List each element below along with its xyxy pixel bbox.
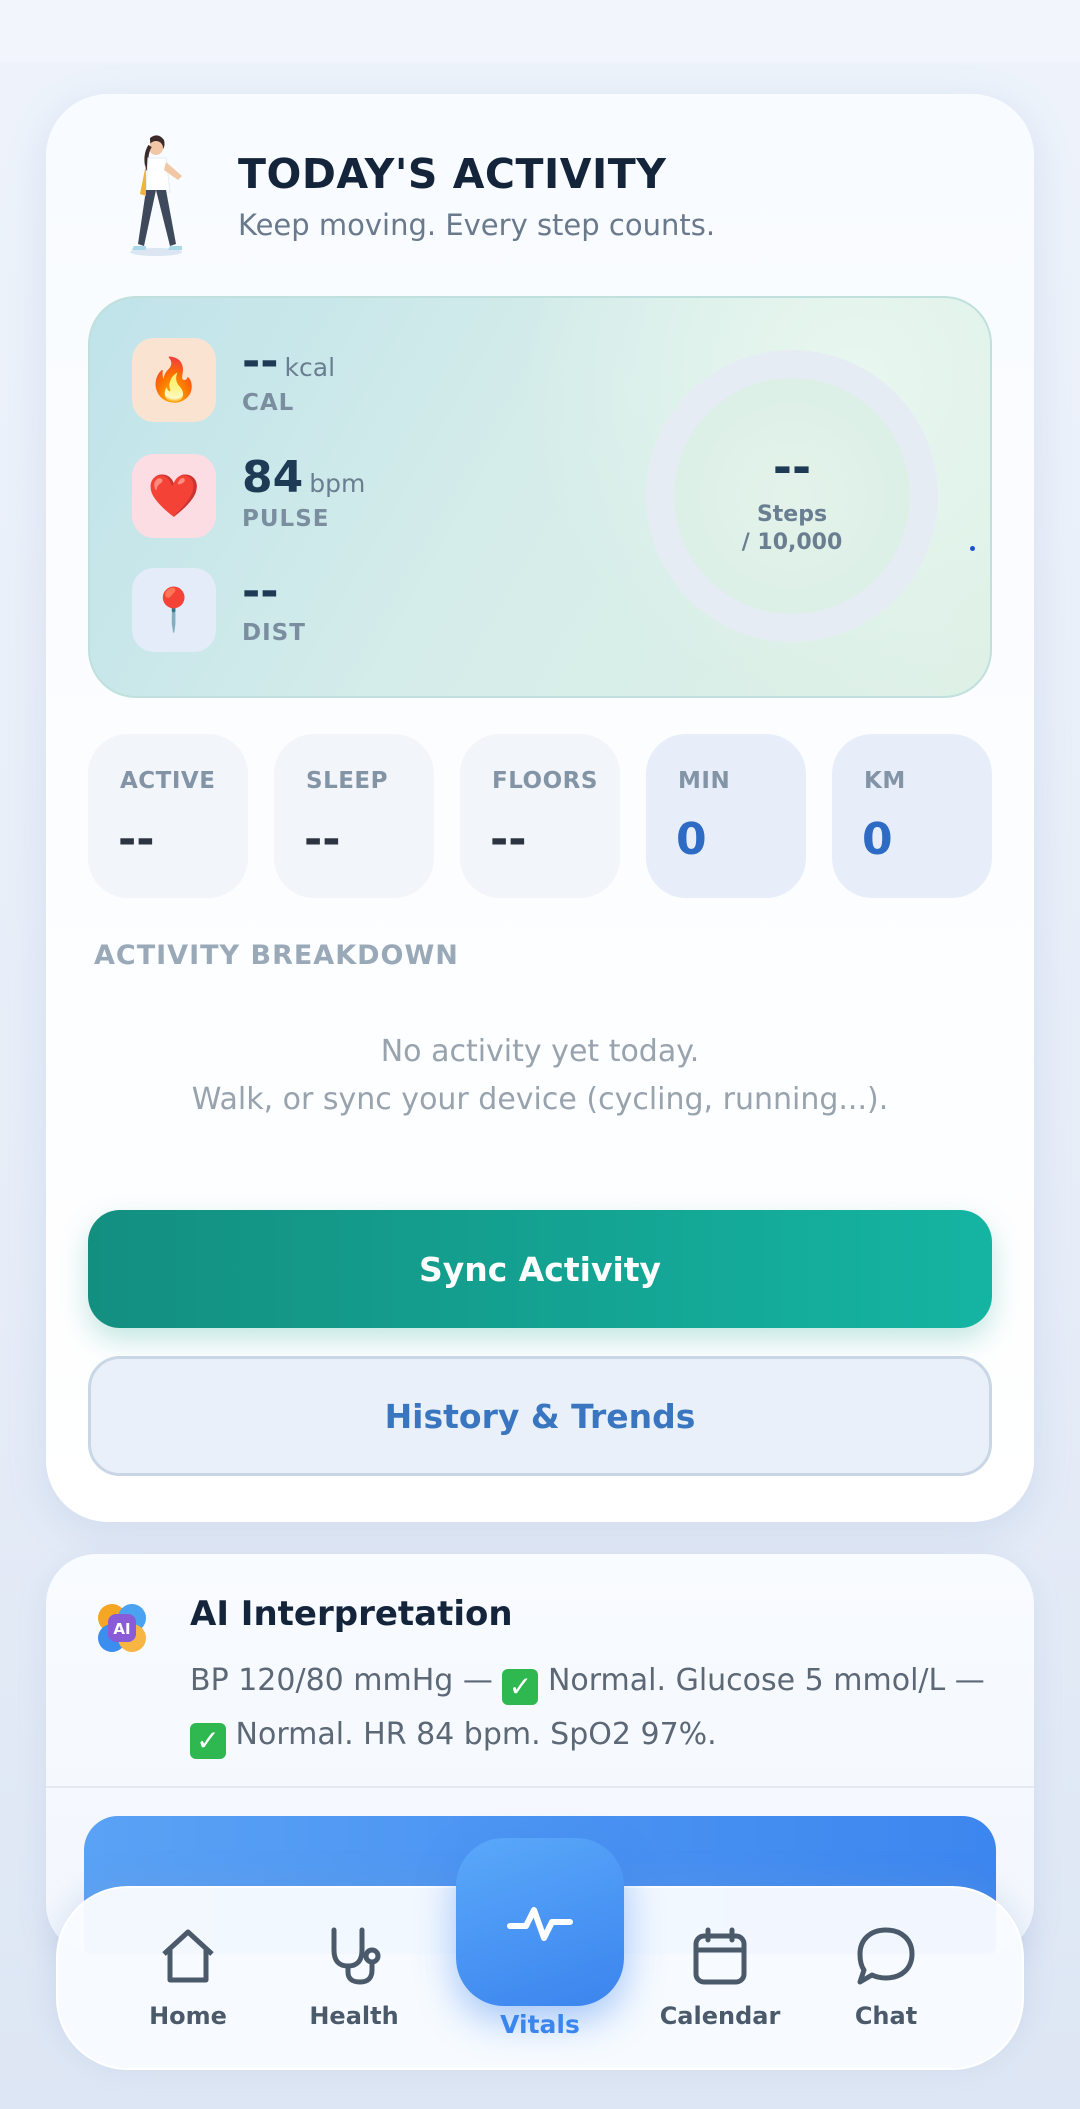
nav-home[interactable]: Home (118, 1924, 258, 2030)
distance-label: DIST (242, 620, 306, 646)
steps-goal: / 10,000 (741, 530, 843, 555)
ai-title: AI Interpretation (190, 1594, 513, 1634)
tile-active-label: ACTIVE (120, 768, 216, 794)
ai-text-part2: Normal. Glucose 5 mmol/L — (538, 1663, 985, 1698)
pin-icon: 📍 (132, 568, 216, 652)
divider (46, 1786, 1034, 1788)
nav-calendar-label: Calendar (659, 2002, 781, 2030)
tile-sleep: SLEEP -- (274, 734, 434, 898)
tile-km-label: KM (864, 768, 906, 794)
stats-panel: 🔥 -- kcal CAL ❤️ 84 bpm PULSE 📍 -- DIST --… (88, 296, 992, 698)
tile-floors-label: FLOORS (492, 768, 598, 794)
walking-person-icon (130, 135, 182, 256)
nav-vitals-label: Vitals (500, 2010, 580, 2039)
nav-calendar[interactable]: Calendar (650, 1924, 790, 2030)
steps-label: Steps (756, 502, 828, 527)
heart-icon: ❤️ (132, 454, 216, 538)
empty-state-line2: Walk, or sync your device (cycling, runn… (191, 1082, 889, 1117)
check-icon: ✓ (190, 1723, 226, 1759)
tile-active: ACTIVE -- (88, 734, 248, 898)
tile-min-label: MIN (678, 768, 731, 794)
ai-interpretation-text: BP 120/80 mmHg — ✓ Normal. Glucose 5 mmo… (190, 1654, 990, 1762)
ring-dot (970, 546, 975, 551)
nav-chat-label: Chat (854, 2002, 918, 2030)
pulse-value: 84 (242, 452, 304, 503)
steps-ring (646, 350, 938, 642)
pulse-unit: bpm (309, 469, 366, 498)
ai-text-part3: Normal. HR 84 bpm. SpO2 97%. (226, 1717, 717, 1752)
tile-km: KM 0 (832, 734, 992, 898)
tile-km-value: 0 (862, 814, 893, 865)
tile-active-value: -- (118, 814, 155, 865)
nav-chat[interactable]: Chat (816, 1924, 956, 2030)
pulse-icon (507, 1907, 573, 1941)
top-strip (0, 0, 1080, 62)
nav-health[interactable]: Health (284, 1924, 424, 2030)
home-icon (162, 1929, 214, 1983)
breakdown-title: ACTIVITY BREAKDOWN (94, 940, 459, 971)
steps-value: -- (772, 440, 812, 494)
stethoscope-icon (331, 1927, 381, 1985)
nav-health-label: Health (309, 2002, 399, 2030)
sync-activity-button[interactable]: Sync Activity (88, 1210, 992, 1328)
ai-brain-icon: AI (98, 1604, 146, 1652)
history-trends-button[interactable]: History & Trends (88, 1356, 992, 1476)
calories-value: -- (242, 336, 279, 387)
nav-home-label: Home (149, 2002, 227, 2030)
svg-text:AI: AI (113, 1620, 130, 1638)
chat-icon (857, 1927, 915, 1985)
nav-vitals-button[interactable] (456, 1838, 624, 2006)
tile-min: MIN 0 (646, 734, 806, 898)
calories-unit: kcal (284, 353, 336, 382)
pulse-label: PULSE (242, 506, 330, 532)
tile-floors: FLOORS -- (460, 734, 620, 898)
tile-sleep-label: SLEEP (306, 768, 389, 794)
empty-state-line1: No activity yet today. (380, 1034, 700, 1069)
activity-subtitle: Keep moving. Every step counts. (238, 208, 716, 242)
distance-value: -- (242, 566, 279, 617)
fire-icon: 🔥 (132, 338, 216, 422)
activity-card: TODAY'S ACTIVITY Keep moving. Every step… (46, 94, 1034, 1522)
calendar-icon (693, 1927, 747, 1985)
ai-text-part1: BP 120/80 mmHg — (190, 1663, 503, 1698)
tile-floors-value: -- (490, 814, 527, 865)
calories-label: CAL (242, 390, 295, 416)
tile-min-value: 0 (676, 814, 707, 865)
check-icon: ✓ (502, 1669, 539, 1705)
activity-title: TODAY'S ACTIVITY (238, 150, 667, 198)
tile-sleep-value: -- (304, 814, 341, 865)
